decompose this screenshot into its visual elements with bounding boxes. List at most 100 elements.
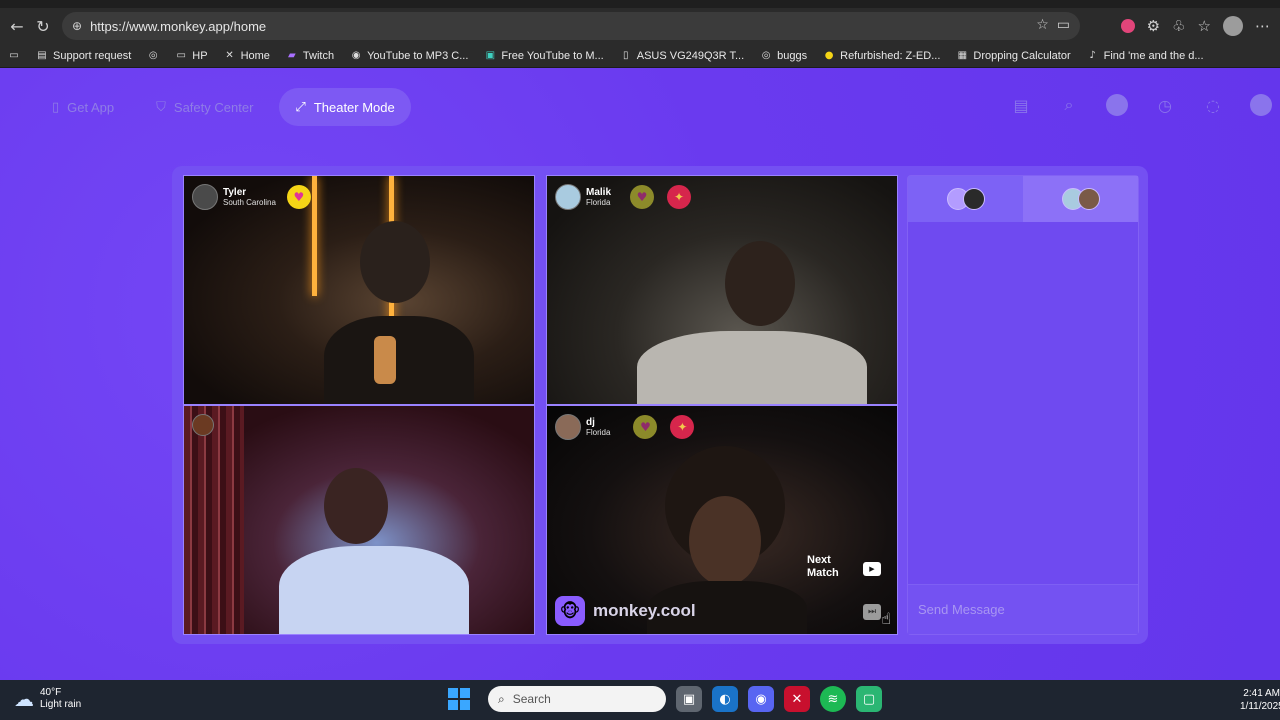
skip-icon[interactable]: ⏭ — [863, 604, 881, 620]
bookmark-item[interactable]: ▦ Dropping Calculator — [956, 50, 1071, 62]
taskbar-search[interactable]: ⌕ Search — [488, 686, 666, 712]
video-icon[interactable]: ▭ — [1057, 17, 1070, 33]
back-arrow-icon[interactable]: ← — [4, 13, 30, 39]
safety-center-button[interactable]: ⛉ Safety Center — [140, 88, 269, 126]
bookmark-page-icon: ▤ — [37, 50, 47, 61]
search-label: Search — [512, 692, 551, 706]
tiktok-icon: ♪ — [1089, 50, 1096, 61]
history-icon[interactable]: ◷ — [1154, 94, 1176, 116]
discord-icon[interactable]: ◉ — [748, 686, 774, 712]
user-tag: dj Florida ♥ ✦ — [555, 414, 695, 440]
next-match-label[interactable]: Next Match — [807, 554, 847, 580]
bookmark-item[interactable]: ▰ Twitch — [286, 50, 334, 62]
send-message-input[interactable]: Send Message — [908, 584, 1138, 634]
bookmark-item[interactable]: ▭ HP — [175, 50, 208, 62]
emblem-icon[interactable]: ✦ — [667, 185, 692, 209]
user-location: South Carolina — [223, 197, 276, 207]
bookmark-item[interactable]: ◉ YouTube to MP3 C... — [350, 50, 469, 62]
favorites-icon[interactable]: ☆ — [1198, 17, 1211, 35]
star-icon[interactable]: ☆ — [1036, 17, 1049, 33]
avatar — [962, 188, 985, 210]
emblem-icon[interactable]: ✦ — [670, 415, 695, 439]
weather-text: 40°F Light rain — [40, 687, 81, 711]
person-figure — [689, 496, 761, 586]
chat-panel: Send Message — [907, 175, 1139, 635]
heart-icon[interactable]: ♥ — [633, 415, 658, 439]
system-clock[interactable]: 2:41 AM 1/11/2025 — [1240, 687, 1280, 713]
weather-widget[interactable]: ☁ 40°F Light rain — [14, 687, 81, 711]
next-match-icon[interactable]: ▶ — [863, 562, 881, 576]
store-icon[interactable]: ▤ — [1010, 94, 1032, 116]
avatar-pair — [946, 188, 985, 210]
bookmark-item[interactable]: ▤ Support request — [36, 50, 131, 62]
bookmark-item[interactable]: ● Refurbished: Z-ED... — [823, 50, 941, 62]
calculator-icon: ▦ — [957, 50, 968, 61]
phone-icon: ▯ — [52, 99, 60, 115]
video-tile — [183, 405, 535, 635]
get-app-button[interactable]: ▯ Get App — [36, 88, 130, 126]
chat-tab-pair-1[interactable] — [908, 176, 1023, 222]
browser-essentials-icon[interactable]: ♧ — [1172, 17, 1185, 35]
avatar — [192, 184, 218, 210]
theater-mode-button[interactable]: ⤢ Theater Mode — [279, 88, 411, 126]
avatar — [555, 184, 581, 210]
bookmark-item[interactable]: ◎ — [147, 50, 159, 62]
site-info-icon[interactable]: ⊕ — [72, 19, 82, 33]
bookmark-item[interactable]: ▣ Free YouTube to M... — [484, 50, 604, 62]
profile-avatar-icon[interactable] — [1250, 94, 1272, 116]
chat-tabs — [908, 176, 1138, 222]
bookmark-item[interactable]: ♪ Find 'me and the d... — [1087, 50, 1203, 62]
person-figure — [324, 316, 474, 404]
task-view-icon[interactable]: ▣ — [676, 686, 702, 712]
edge-browser-icon[interactable]: ◐ — [712, 686, 738, 712]
user-tag: Tyler South Carolina ♥ — [192, 184, 311, 210]
windows-start-icon[interactable] — [448, 688, 470, 710]
shop-icon: ● — [824, 50, 834, 61]
video-tile: Malik Florida ♥ ✦ — [546, 175, 898, 405]
chat-tab-pair-2[interactable] — [1023, 176, 1138, 222]
search-icon[interactable]: ⌕ — [1058, 94, 1080, 116]
brand-watermark: 🐵 monkey.cool — [555, 596, 696, 626]
address-bar[interactable]: ⊕ https://www.monkey.app/home ☆ ▭ — [62, 12, 1080, 40]
extension-badge-icon[interactable] — [1120, 19, 1135, 33]
monitor-icon: ▯ — [622, 50, 629, 61]
rain-cloud-icon: ☁ — [14, 687, 34, 711]
reload-icon[interactable]: ↻ — [30, 13, 56, 39]
clock-time: 2:41 AM — [1243, 688, 1280, 699]
brand-text: monkey.cool — [593, 601, 696, 620]
bookmark-item[interactable]: ▯ ASUS VG249Q3R T... — [620, 50, 744, 62]
user-tag — [192, 414, 219, 436]
converter-icon: ◉ — [351, 50, 361, 61]
chat-bubble-icon[interactable]: ◌ — [1202, 94, 1224, 116]
video-tile: dj Florida ♥ ✦ Next Match ▶ ⏭ ☝ 🐵 monkey… — [546, 405, 898, 635]
top-nav: ▯ Get App ⛉ Safety Center ⤢ Theater Mode — [36, 88, 411, 126]
user-info: Tyler South Carolina — [223, 187, 276, 208]
weather-condition: Light rain — [40, 699, 82, 710]
hand-cursor-icon: ☝ — [881, 609, 891, 628]
search-icon: ⌕ — [498, 691, 505, 706]
taskbar-apps: ⌕ Search ▣ ◐ ◉ ✕ ≋ ▢ — [448, 686, 882, 712]
extensions-icon[interactable]: ⚙ — [1147, 17, 1160, 35]
monkey-page: ▯ Get App ⛉ Safety Center ⤢ Theater Mode… — [0, 68, 1280, 680]
bookmark-item[interactable]: ◎ buggs — [760, 50, 807, 62]
tab-actions-icon[interactable]: ▭ — [8, 50, 20, 62]
user-name: Tyler — [223, 186, 247, 198]
heart-icon[interactable]: ♥ — [286, 185, 311, 209]
bookmarks-bar: ▭ ▤ Support request ◎ ▭ HP ✕ Home ▰ Twitch ◉… — [0, 44, 1280, 68]
friends-avatar-icon[interactable] — [1106, 94, 1128, 116]
more-menu-icon[interactable]: ⋯ — [1255, 17, 1270, 35]
app-icon[interactable]: ✕ — [784, 686, 810, 712]
shield-icon: ⛉ — [156, 99, 166, 115]
person-figure — [637, 331, 867, 404]
temperature: 40°F — [40, 687, 62, 698]
folder-icon: ▭ — [176, 50, 186, 61]
bookmark-item[interactable]: ✕ Home — [224, 50, 270, 62]
expand-icon: ⤢ — [295, 99, 306, 115]
android-app-icon[interactable]: ▢ — [856, 686, 882, 712]
curtain — [184, 406, 244, 634]
person-figure — [360, 221, 430, 303]
spotify-icon[interactable]: ≋ — [820, 686, 846, 712]
heart-icon[interactable]: ♥ — [630, 185, 655, 209]
user-info: dj Florida — [586, 417, 610, 438]
profile-avatar-icon[interactable] — [1223, 16, 1243, 36]
